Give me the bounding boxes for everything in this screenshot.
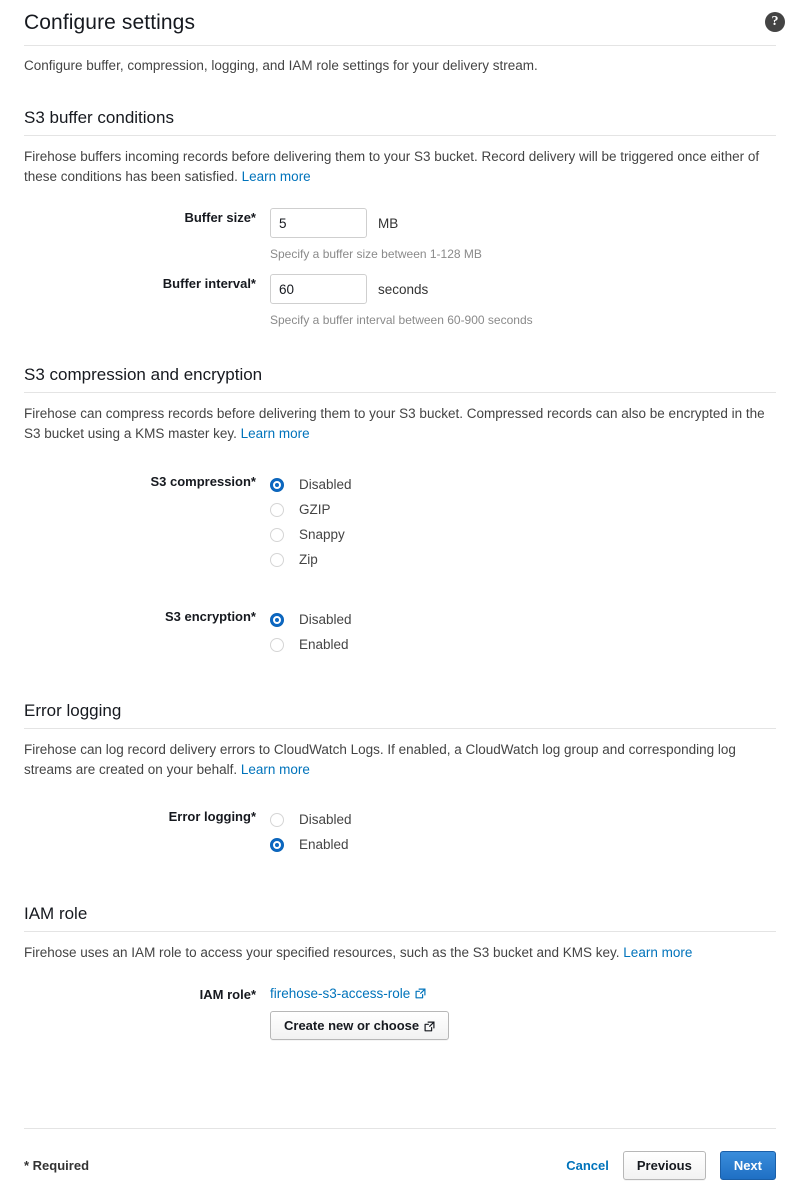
radio-icon-compression-snappy[interactable] [270,527,284,542]
required-note: * Required [24,1157,90,1173]
iam-role-description-text: Firehose uses an IAM role to access your… [24,945,624,960]
section-description-error-logging: Firehose can log record delivery errors … [24,729,776,780]
radio-label-compression-disabled[interactable]: Disabled [299,476,352,494]
radio-label-compression-snappy[interactable]: Snappy [299,526,345,544]
iam-role-control: firehose-s3-access-role Create new or ch… [270,985,776,1040]
radio-item-error-logging-enabled[interactable]: Enabled [270,832,776,857]
buffer-description-text: Firehose buffers incoming records before… [24,149,760,184]
footer-actions: Cancel Previous Next [566,1150,776,1180]
radio-label-error-logging-enabled[interactable]: Enabled [299,836,349,854]
external-link-icon-button [424,1020,435,1032]
s3-compression-label: S3 compression* [150,474,257,489]
error-logging-radio-group: Disabled Enabled [270,807,776,857]
section-heading-iam-role: IAM role [24,904,88,923]
iam-role-label: IAM role* [199,987,256,1002]
radio-label-compression-zip[interactable]: Zip [299,551,318,569]
help-icon[interactable]: ? [765,12,785,32]
next-button[interactable]: Next [719,1150,776,1180]
buffer-size-input[interactable] [270,208,367,238]
form-row-iam-role: IAM role* firehose-s3-access-role Create… [24,963,776,1040]
page-intro-text: Configure buffer, compression, logging, … [24,58,538,73]
buffer-interval-input[interactable] [270,274,367,304]
section-heading-error-logging: Error logging [24,701,122,720]
section-error-logging: Error logging Firehose can log record de… [0,657,800,857]
section-description-iam-role: Firehose uses an IAM role to access your… [24,932,776,963]
radio-item-error-logging-disabled[interactable]: Disabled [270,807,776,832]
error-logging-description-text: Firehose can log record delivery errors … [24,742,736,777]
section-description-compression: Firehose can compress records before del… [24,393,776,444]
radio-icon-encryption-enabled[interactable] [270,637,284,652]
radio-item-encryption-disabled[interactable]: Disabled [270,607,776,632]
section-heading-buffer: S3 buffer conditions [24,108,174,127]
page-header: Configure settings ? Configure buffer, c… [0,0,800,75]
buffer-interval-control: seconds Specify a buffer interval betwee… [270,274,776,328]
radio-item-compression-disabled[interactable]: Disabled [270,472,776,497]
page-footer: * Required Cancel Previous Next [0,1128,800,1201]
compression-description-text: Firehose can compress records before del… [24,406,765,441]
configure-settings-page: Configure settings ? Configure buffer, c… [0,0,800,1201]
create-new-or-choose-label: Create new or choose [284,1018,420,1033]
footer-inner: * Required Cancel Previous Next [24,1129,776,1201]
form-row-buffer-size: Buffer size* MB Specify a buffer size be… [24,187,776,262]
iam-role-link[interactable]: firehose-s3-access-role [270,986,426,1001]
buffer-size-label: Buffer size* [184,210,256,225]
learn-more-link-error-logging[interactable]: Learn more [241,762,310,777]
section-heading-compression: S3 compression and encryption [24,365,263,384]
form-row-buffer-interval: Buffer interval* seconds Specify a buffe… [24,262,776,328]
buffer-size-hint: Specify a buffer size between 1-128 MB [270,247,482,261]
buffer-size-unit: MB [378,215,399,231]
radio-icon-encryption-disabled[interactable] [270,612,284,627]
section-s3-compression-encryption: S3 compression and encryption Firehose c… [0,328,800,657]
radio-item-compression-zip[interactable]: Zip [270,547,776,572]
learn-more-link-buffer[interactable]: Learn more [242,169,311,184]
buffer-interval-label: Buffer interval* [162,276,256,291]
iam-role-link-text: firehose-s3-access-role [270,986,411,1001]
cancel-button[interactable]: Cancel [566,1158,609,1173]
radio-label-compression-gzip[interactable]: GZIP [299,501,331,519]
learn-more-link-iam-role[interactable]: Learn more [623,945,692,960]
s3-compression-radio-group: Disabled GZIP Snappy Zip [270,472,776,572]
radio-icon-compression-zip[interactable] [270,552,284,567]
radio-item-compression-gzip[interactable]: GZIP [270,497,776,522]
external-link-icon-role [415,986,426,999]
form-row-s3-compression: S3 compression* Disabled GZIP Snappy Zip [24,444,776,572]
form-row-error-logging: Error logging* Disabled Enabled [24,780,776,857]
section-iam-role: IAM role Firehose uses an IAM role to ac… [0,857,800,1040]
s3-encryption-radio-group: Disabled Enabled [270,607,776,657]
radio-label-error-logging-disabled[interactable]: Disabled [299,811,352,829]
radio-icon-error-logging-enabled[interactable] [270,837,284,852]
radio-item-encryption-enabled[interactable]: Enabled [270,632,776,657]
form-row-s3-encryption: S3 encryption* Disabled Enabled [24,572,776,657]
section-description-buffer: Firehose buffers incoming records before… [24,136,776,187]
radio-label-encryption-enabled[interactable]: Enabled [299,636,349,654]
buffer-size-control: MB Specify a buffer size between 1-128 M… [270,208,776,262]
radio-item-compression-snappy[interactable]: Snappy [270,522,776,547]
error-logging-label: Error logging* [168,809,256,824]
buffer-interval-unit: seconds [378,281,429,297]
create-new-or-choose-button[interactable]: Create new or choose [270,1011,450,1040]
radio-label-encryption-disabled[interactable]: Disabled [299,611,352,629]
s3-encryption-label: S3 encryption* [164,609,256,624]
buffer-interval-hint: Specify a buffer interval between 60-900… [270,313,533,327]
radio-icon-compression-gzip[interactable] [270,502,284,517]
section-s3-buffer-conditions: S3 buffer conditions Firehose buffers in… [0,75,800,328]
learn-more-link-compression[interactable]: Learn more [241,426,310,441]
previous-button[interactable]: Previous [622,1150,706,1180]
radio-icon-error-logging-disabled[interactable] [270,812,284,827]
page-title: Configure settings [24,11,196,34]
radio-icon-compression-disabled[interactable] [270,477,284,492]
